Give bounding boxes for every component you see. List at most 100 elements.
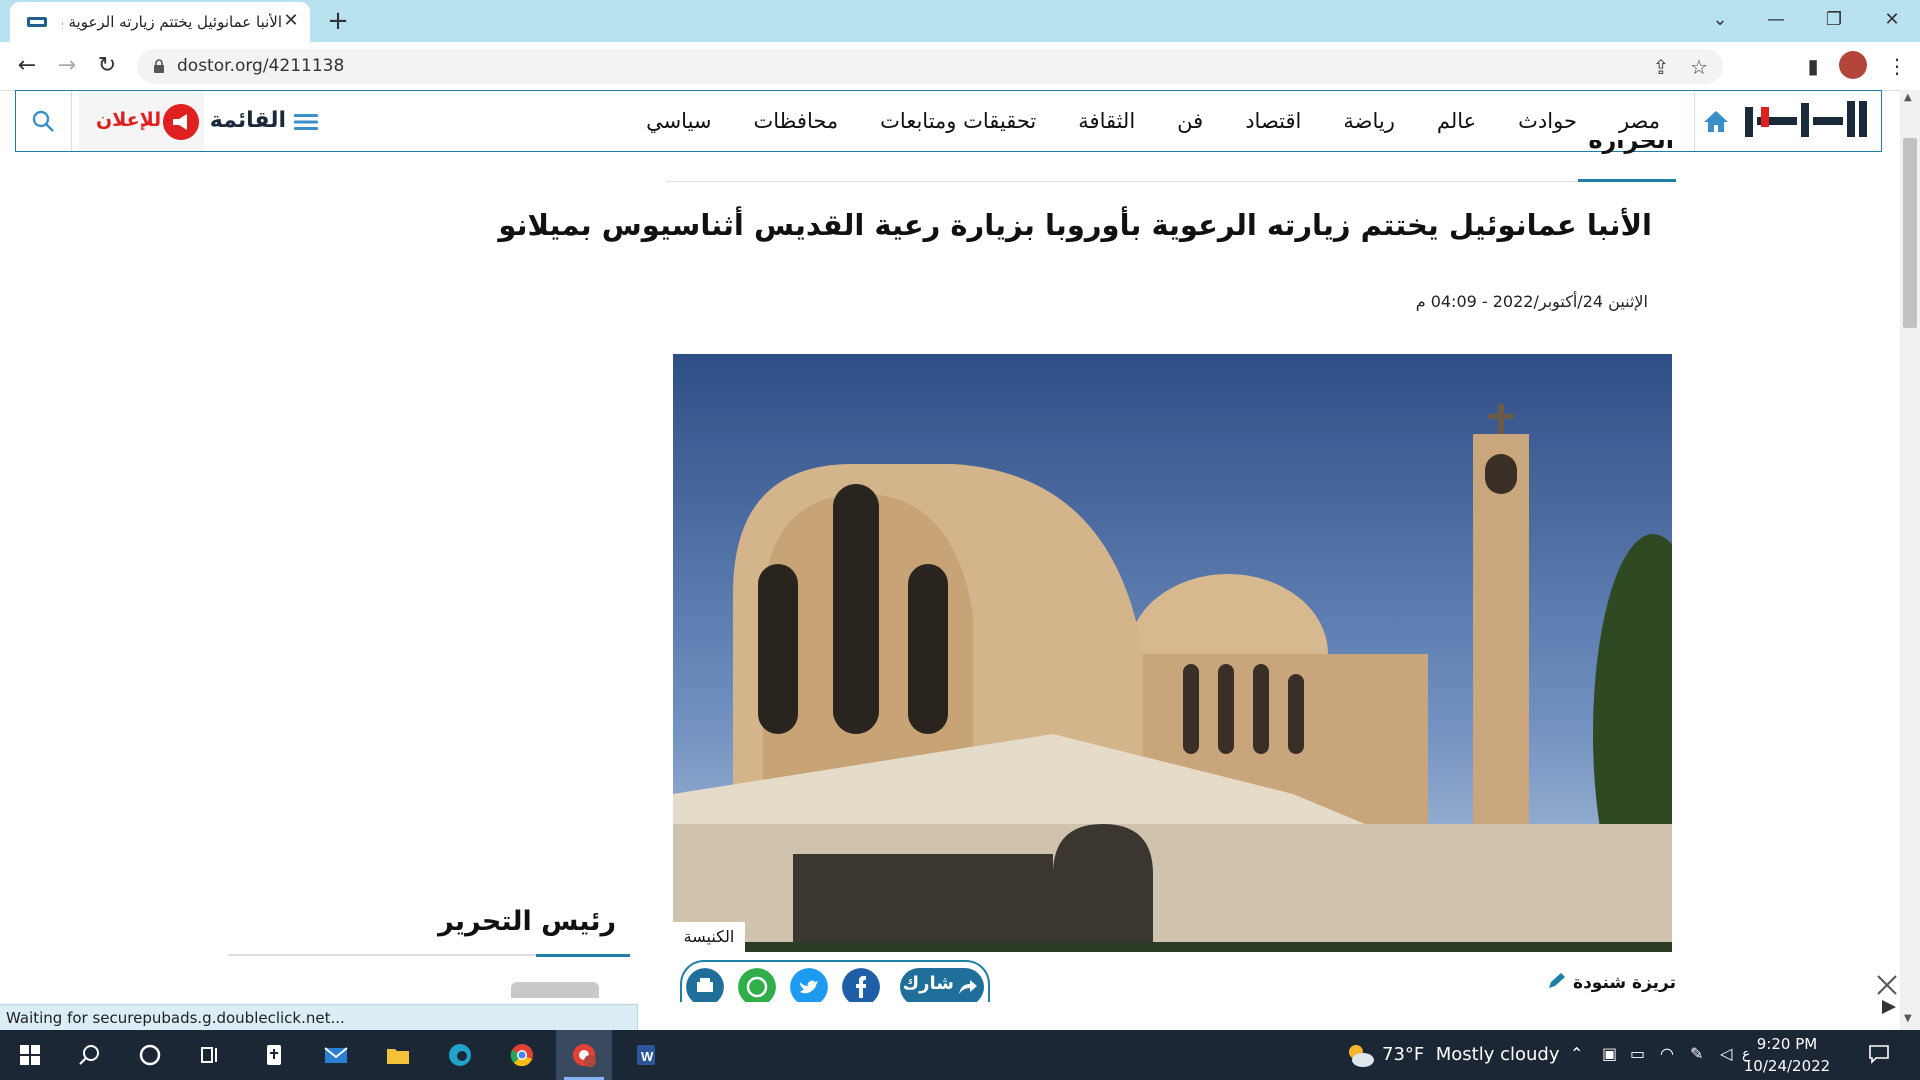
taskbar-app-bible[interactable] xyxy=(246,1030,302,1080)
share-page-icon[interactable]: ⇪ xyxy=(1648,54,1674,80)
search-icon xyxy=(79,1045,99,1065)
pencil-icon xyxy=(1549,973,1566,988)
nav-item-world[interactable]: عالم xyxy=(1416,91,1497,151)
wifi-icon[interactable]: ◠ xyxy=(1660,1044,1674,1063)
taskbar-app-file-explorer[interactable] xyxy=(370,1030,426,1080)
word-icon: W xyxy=(637,1045,655,1065)
taskbar-search-button[interactable] xyxy=(62,1030,118,1080)
whatsapp-icon[interactable] xyxy=(738,968,776,1002)
search-button[interactable] xyxy=(16,91,72,151)
scroll-up-arrow-icon[interactable]: ▲ xyxy=(1904,92,1912,103)
back-icon[interactable]: ← xyxy=(13,52,41,80)
article-author[interactable]: تريزة شنودة xyxy=(1547,972,1676,993)
tray-device-icon[interactable]: ▣ xyxy=(1602,1044,1617,1063)
share-button[interactable]: شارك xyxy=(900,968,984,1002)
url-text[interactable]: dostor.org/4211138 xyxy=(177,56,344,76)
article-date: الإثنين 24/أكتوبر/2022 - 04:09 م xyxy=(1415,292,1648,311)
folder-icon xyxy=(387,1049,409,1064)
mail-icon xyxy=(324,1047,348,1063)
home-icon[interactable] xyxy=(1703,109,1729,133)
nav-item-governorates[interactable]: محافظات xyxy=(733,91,860,151)
task-view-button[interactable] xyxy=(182,1030,238,1080)
windows-taskbar: W 73°F Mostly cloudy ⌃ ▣ ▭ ◠ ✎ ◁ ع 9:20 … xyxy=(0,1030,1920,1080)
menu-label: القائمة xyxy=(209,108,286,133)
forward-icon[interactable]: → xyxy=(53,52,81,80)
browser-tab-strip: الأنبا عمانوئيل يختتم زيارته الرعوية بأو… xyxy=(0,0,1920,42)
scrollbar-thumb[interactable] xyxy=(1903,138,1917,328)
bookmark-star-icon[interactable]: ☆ xyxy=(1686,54,1712,80)
menu-button[interactable]: القائمة xyxy=(206,91,326,151)
cortana-icon xyxy=(139,1044,161,1066)
edge-icon xyxy=(449,1044,471,1066)
nav-item-investigations[interactable]: تحقيقات ومتابعات xyxy=(859,91,1057,151)
browser-tab-active[interactable]: الأنبا عمانوئيل يختتم زيارته الرعوية بأو… xyxy=(10,2,310,42)
reload-icon[interactable]: ↻ xyxy=(93,52,121,80)
windows-start-icon xyxy=(20,1045,40,1065)
author-name: تريزة شنودة xyxy=(1573,973,1676,993)
chrome-menu-icon[interactable]: ⋮ xyxy=(1883,52,1911,80)
share-label: شارك xyxy=(902,973,954,994)
ad-choices-icon[interactable] xyxy=(1880,998,1898,1016)
taskbar-app-chrome-profile[interactable] xyxy=(556,1030,612,1080)
nav-menu: مصر حوادث عالم رياضة اقتصاد فن الثقافة ت… xyxy=(625,91,1681,151)
side-panel-icon[interactable]: ▮ xyxy=(1799,52,1827,80)
cathedral-photo xyxy=(673,354,1672,952)
cortana-button[interactable] xyxy=(122,1030,178,1080)
advertise-label: للإعلان xyxy=(96,109,162,131)
taskbar-app-edge[interactable] xyxy=(432,1030,488,1080)
close-window-button[interactable]: ✕ xyxy=(1872,8,1912,32)
page-scrollbar[interactable]: ▲ ▼ xyxy=(1900,90,1920,1030)
svg-text:W: W xyxy=(641,1049,654,1064)
section-tag[interactable]: الحرارة xyxy=(1580,140,1680,182)
browser-status-bar: Waiting for securepubads.g.doubleclick.n… xyxy=(0,1004,638,1031)
weather-temperature: 73°F xyxy=(1382,1044,1425,1065)
taskbar-app-chrome[interactable] xyxy=(494,1030,550,1080)
battery-icon[interactable]: ▭ xyxy=(1630,1044,1645,1063)
taskbar-app-word[interactable]: W xyxy=(618,1030,674,1080)
volume-icon[interactable]: ◁ xyxy=(1720,1044,1732,1063)
weather-description: Mostly cloudy xyxy=(1435,1044,1560,1065)
restore-button[interactable]: ❐ xyxy=(1814,8,1854,32)
pen-icon[interactable]: ✎ xyxy=(1690,1044,1703,1063)
editor-underline xyxy=(536,954,630,957)
article-image xyxy=(673,354,1672,952)
section-underline xyxy=(1578,179,1676,182)
minimize-button[interactable]: — xyxy=(1756,8,1796,32)
tab-search-icon[interactable]: ⌄ xyxy=(1700,8,1740,32)
ad-close-icon[interactable] xyxy=(1874,972,1900,998)
start-button[interactable] xyxy=(2,1030,58,1080)
tab-close-icon[interactable]: ✕ xyxy=(280,10,302,32)
image-caption: الكنيسة xyxy=(673,922,745,952)
editor-photo[interactable] xyxy=(511,982,599,998)
notification-icon[interactable] xyxy=(1868,1044,1890,1064)
nav-item-politics[interactable]: سياسي xyxy=(625,91,732,151)
megaphone-icon xyxy=(163,104,199,140)
twitter-icon[interactable] xyxy=(790,968,828,1002)
dostor-logo[interactable] xyxy=(1739,95,1869,147)
tray-chevron-icon[interactable]: ⌃ xyxy=(1570,1044,1583,1063)
article-headline: الأنبا عمانوئيل يختتم زيارته الرعوية بأو… xyxy=(498,208,1652,242)
browser-toolbar: ← → ↻ dostor.org/4211138 ⇪ ☆ ▮ ⋮ xyxy=(0,42,1920,91)
book-icon xyxy=(267,1045,281,1065)
site-favicon xyxy=(27,17,47,27)
address-bar[interactable]: dostor.org/4211138 ⇪ ☆ xyxy=(137,49,1723,84)
clock-date: 10/24/2022 xyxy=(1743,1057,1831,1075)
editor-in-chief-title: رئيس التحرير xyxy=(438,906,616,937)
section-divider xyxy=(666,181,1676,182)
nav-divider xyxy=(1694,91,1695,151)
scroll-down-arrow-icon[interactable]: ▼ xyxy=(1904,1013,1912,1024)
system-clock[interactable]: 9:20 PM 10/24/2022 xyxy=(1742,1033,1832,1077)
nav-item-culture[interactable]: الثقافة xyxy=(1057,91,1156,151)
nav-item-economy[interactable]: اقتصاد xyxy=(1224,91,1322,151)
share-bar: شارك xyxy=(680,960,990,1002)
new-tab-button[interactable]: + xyxy=(322,6,354,38)
nav-item-sports[interactable]: رياضة xyxy=(1322,91,1415,151)
advertise-button[interactable]: للإعلان xyxy=(79,91,204,151)
nav-item-art[interactable]: فن xyxy=(1156,91,1224,151)
print-icon[interactable] xyxy=(686,968,724,1002)
tab-title: الأنبا عمانوئيل يختتم زيارته الرعوية بأو… xyxy=(62,13,282,31)
chrome-profile-icon xyxy=(573,1044,596,1067)
facebook-icon[interactable] xyxy=(842,968,880,1002)
taskbar-app-mail[interactable] xyxy=(308,1030,364,1080)
profile-avatar[interactable] xyxy=(1839,51,1867,79)
